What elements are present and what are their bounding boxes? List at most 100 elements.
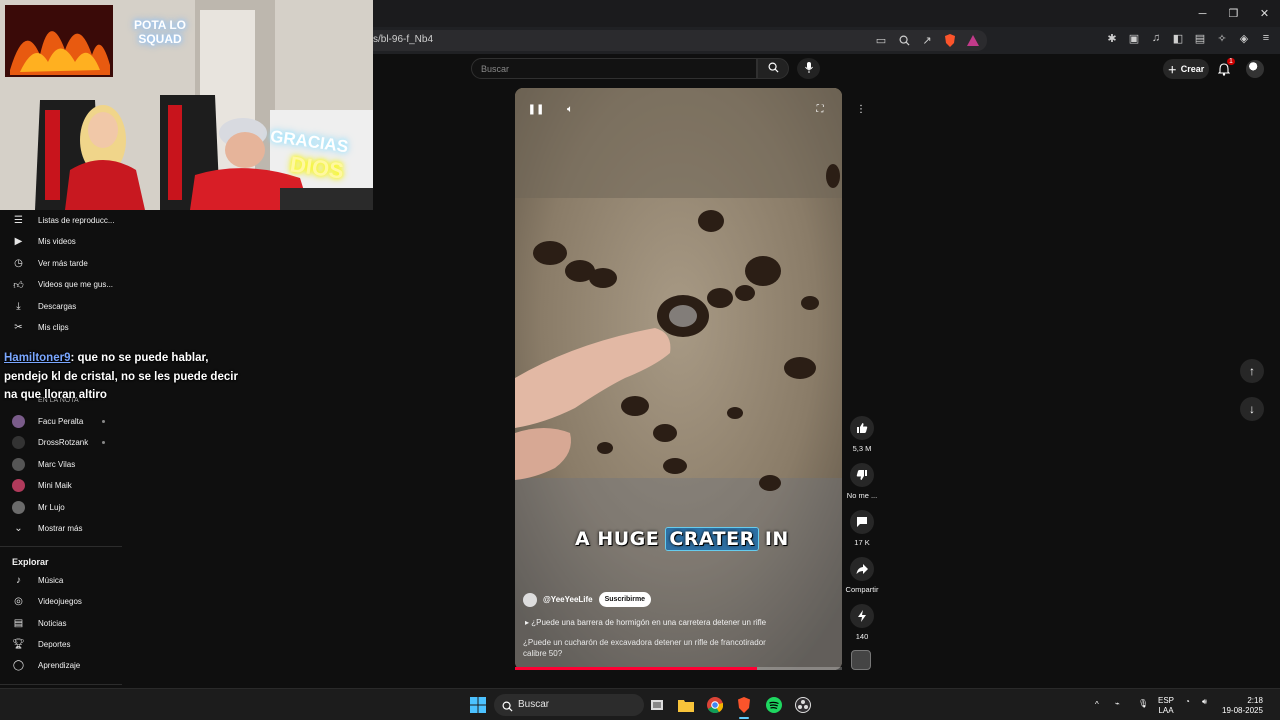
dislike-action[interactable]: No me ... [843,463,881,500]
comment-count: 17 K [854,538,870,547]
address-bar[interactable]: s/bl-96-f_Nb4 ▭ ↗ [365,30,987,51]
sidebar-item-downloads[interactable]: ⤓ Descargas [0,296,122,317]
chevron-down-icon: ⌄ [14,523,23,534]
leo-ai-icon[interactable]: ✧ [1214,30,1230,46]
sidebar-toggle-icon[interactable]: ◧ [1170,30,1186,46]
chrome-icon[interactable] [705,695,725,715]
sidebar-item-mini-maik[interactable]: Mini Maik [0,475,122,496]
sidebar-item-watch-later[interactable]: ◷ Ver más tarde [0,253,122,274]
stream-chat-message: Hamiltoner9: que no se puede hablar, pen… [4,349,249,405]
vpn-icon[interactable]: ◈ [1236,30,1252,46]
close-window-button[interactable]: ✕ [1249,0,1280,27]
remix-icon[interactable] [850,604,874,628]
search-button[interactable] [757,58,789,79]
sidebar-item-mr-lujo[interactable]: Mr Lujo [0,497,122,518]
minimize-button[interactable]: ─ [1187,0,1218,27]
comment-icon[interactable] [850,510,874,534]
sidebar-item-marc-vilas[interactable]: Marc Vilas [0,454,122,475]
video-frame [515,88,842,670]
brave-browser-icon[interactable] [734,695,754,715]
share-label: Compartir [845,585,879,594]
screenshot-icon[interactable]: ▣ [1126,30,1142,46]
wifi-icon[interactable]: ◔ [1185,697,1190,707]
remix-action[interactable]: 140 [843,604,881,641]
related-video-title: ¿Puede una barrera de hormigón en una ca… [531,618,767,627]
sidebar-item-music[interactable]: ♪ Música [0,570,122,591]
brave-rewards-icon[interactable] [965,32,981,48]
sidebar-item-drossrotzank[interactable]: DrossRotzank [0,432,122,453]
thumbs-down-icon[interactable] [850,463,874,487]
subscribe-button[interactable]: Suscribirme [598,592,652,607]
channel-avatar [12,415,25,428]
next-short-button[interactable]: ↓ [1240,397,1264,421]
sidebar-item-label: Facu Peralta [38,417,84,426]
language-indicator[interactable]: ESP LAA [1158,696,1174,716]
like-action[interactable]: 5,3 M [843,416,881,453]
new-content-dot [102,420,105,423]
channel-avatar [12,458,25,471]
sidebar-item-label: Descargas [38,302,77,311]
music-icon: ♪ [16,575,21,586]
comments-action[interactable]: 17 K [843,510,881,547]
extensions-icon[interactable]: ✱ [1104,30,1120,46]
extension-icons: ✱ ▣ ♫ ◧ ▤ ✧ ◈ ≡ [1104,30,1274,46]
taskbar-search[interactable]: Buscar [494,694,644,716]
sidebar-item-liked-videos[interactable]: 👍︎ Videos que me gus... [0,274,122,295]
thumbs-up-icon[interactable] [850,416,874,440]
voice-search-button[interactable] [797,58,820,79]
sidebar-item-label: Mr Lujo [38,503,65,512]
cast-icon[interactable]: ▭ [873,32,889,48]
account-avatar[interactable] [1246,60,1264,78]
video-progress-fill [515,667,757,670]
related-video-link[interactable]: ▸ ¿Puede una barrera de hormigón en una … [525,618,766,627]
obs-icon[interactable] [793,695,813,715]
sidebar-item-learning[interactable]: ◯ Aprendizaje [0,655,122,676]
fullscreen-icon[interactable]: ⛶ [812,101,828,117]
menu-icon[interactable]: ≡ [1258,30,1274,46]
volume-icon[interactable]: 🔈︎ [562,101,578,117]
sidebar-item-gaming[interactable]: ◎ Videojuegos [0,591,122,612]
search-icon [768,60,779,78]
audio-source-thumbnail[interactable] [851,650,871,670]
share-icon[interactable] [850,557,874,581]
maximize-button[interactable]: ❐ [1218,0,1249,27]
sidebar-item-label: Marc Vilas [38,460,76,469]
sidebar-item-sports[interactable]: 🏆︎ Deportes [0,634,122,655]
more-options-icon[interactable]: ⋮ [853,101,869,117]
short-video-player[interactable] [515,88,842,670]
sidebar-item-label: Mis videos [38,237,76,246]
sidebar-item-label: DrossRotzank [38,438,89,447]
arrow-up-icon: ↑ [1249,364,1255,378]
share-page-icon[interactable]: ↗ [919,32,935,48]
share-action[interactable]: Compartir [843,557,881,594]
sidebar-item-news[interactable]: ▤ Noticias [0,613,122,634]
pause-icon[interactable]: ❚❚ [528,101,545,117]
spotify-icon[interactable] [764,695,784,715]
sidebar-item-playlists[interactable]: ☰ Listas de reproducc... [0,210,122,231]
tray-overflow-icon[interactable]: ^ [1095,700,1099,710]
previous-short-button[interactable]: ↑ [1240,359,1264,383]
music-control-icon[interactable]: ♫ [1148,30,1164,46]
sidebar-item-facu-peralta[interactable]: Facu Peralta [0,411,122,432]
zoom-icon[interactable] [896,32,912,48]
microphone-tray-icon[interactable]: 🎙︎ [1138,699,1148,709]
video-progress-bar[interactable] [515,667,842,670]
network-icon[interactable]: ⌁ [1115,699,1120,709]
wallet-icon[interactable]: ▤ [1192,30,1208,46]
sidebar-item-my-videos[interactable]: ▶ Mis videos [0,231,122,252]
lightbulb-icon: ◯ [12,660,25,671]
sidebar-item-clips[interactable]: ✂ Mis clips [0,317,122,338]
channel-name[interactable]: @YeeYeeLife [543,595,593,604]
windows-start-icon[interactable] [468,695,488,715]
clock[interactable]: 2:18 19-08-2025 [1222,696,1263,716]
search-input[interactable]: Buscar [471,58,757,79]
sidebar-item-label: Listas de reproducc... [38,216,115,225]
task-view-icon[interactable] [647,695,667,715]
sidebar-show-more[interactable]: ⌄ Mostrar más [0,518,122,539]
create-button[interactable]: ＋ Crear [1163,59,1209,79]
channel-avatar[interactable] [523,592,537,607]
speaker-icon[interactable]: 🔊︎ [1202,697,1207,707]
brave-shield-icon[interactable] [942,32,958,48]
sidebar-item-label: Ver más tarde [38,259,88,268]
file-explorer-icon[interactable] [676,695,696,715]
